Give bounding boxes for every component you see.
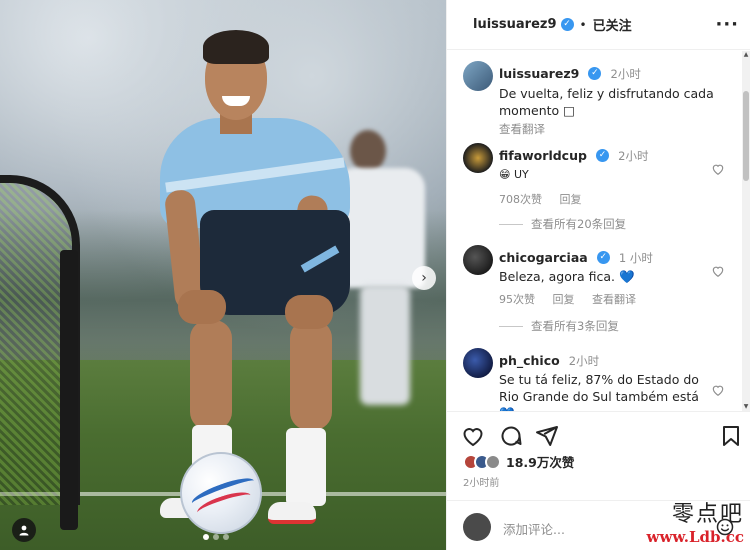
next-image-button[interactable]: › — [412, 266, 436, 290]
more-options-icon[interactable]: ··· — [715, 14, 739, 35]
watermark: 零点吧 www.Ldb.cc — [647, 496, 744, 546]
view-replies-button[interactable]: 查看所有3条回复 — [499, 318, 619, 334]
blue-heart-icon: 💙 — [618, 269, 635, 284]
verified-badge-icon: ✓ — [596, 149, 610, 162]
post-time: 2小时前 — [463, 478, 500, 489]
comment-text: Beleza, agora fica. — [499, 269, 615, 284]
tagged-users-button[interactable] — [12, 518, 36, 542]
net-post — [60, 250, 78, 530]
comment-username[interactable]: ph_chico — [499, 353, 560, 368]
comment-avatar[interactable] — [463, 348, 493, 378]
reply-button[interactable]: 回复 — [553, 293, 575, 306]
user-icon — [19, 525, 29, 536]
scrollbar-thumb[interactable] — [743, 91, 749, 181]
player-sock-right — [286, 428, 326, 506]
caption-username[interactable]: luissuarez9 — [499, 66, 579, 81]
grin-emoji-icon: 😁 — [499, 168, 511, 181]
like-comment-heart-icon[interactable] — [711, 383, 725, 397]
comment-username[interactable]: fifaworldcup — [499, 148, 587, 163]
share-send-icon[interactable] — [535, 424, 559, 448]
player-leg-left — [190, 320, 232, 430]
chevron-right-icon: › — [421, 270, 427, 286]
comment-likes[interactable]: 95次赞 — [499, 293, 535, 306]
verified-badge-icon: ✓ — [588, 67, 602, 80]
separator-dot: • — [579, 17, 587, 32]
liker-avatar — [485, 453, 501, 470]
comment-avatar[interactable] — [463, 143, 493, 173]
view-replies-button[interactable]: 查看所有20条回复 — [499, 216, 626, 232]
like-comment-heart-icon[interactable] — [711, 162, 725, 176]
caption: luissuarez9 ✓ 2小时 De vuelta, feliz y dis… — [499, 63, 725, 137]
caption-text: De vuelta, feliz y disfrutando cada mome… — [499, 86, 714, 118]
player-shoe-right — [268, 502, 316, 524]
likes-summary[interactable]: 18.9万次赞 — [463, 452, 574, 471]
post-photo[interactable]: › — [0, 0, 446, 550]
translate-link[interactable]: 查看翻译 — [592, 293, 636, 306]
player-leg-right — [290, 320, 332, 430]
comment-username[interactable]: chicogarciaa — [499, 250, 588, 265]
reply-button[interactable]: 回复 — [560, 193, 582, 206]
watermark-text: 零点吧 — [671, 502, 744, 527]
player-hair — [203, 30, 269, 64]
verified-badge-icon: ✓ — [560, 18, 574, 31]
view-replies-text: 查看所有20条回复 — [531, 217, 627, 231]
watermark-url: www.Ldb.cc — [646, 528, 744, 546]
comment-bubble-icon[interactable] — [499, 424, 523, 448]
reply-line — [499, 223, 523, 225]
comment-text: Se tu tá feliz, 87% do Estado do Rio Gra… — [499, 372, 699, 404]
comment-text: UY — [513, 168, 529, 181]
author-username[interactable]: luissuarez9 — [473, 17, 557, 32]
view-replies-text: 查看所有3条回复 — [531, 319, 619, 333]
background-player-head — [350, 130, 386, 172]
comment-time: 1 小时 — [618, 251, 653, 265]
reply-line — [499, 325, 523, 327]
likes-count[interactable]: 18.9万次赞 — [506, 452, 574, 471]
like-comment-heart-icon[interactable] — [711, 264, 725, 278]
like-heart-icon[interactable] — [461, 424, 485, 448]
carousel-dot — [223, 534, 229, 540]
carousel-dot — [203, 534, 209, 540]
current-user-avatar — [463, 513, 491, 541]
comments-scrollbar[interactable]: ▲ ▼ — [742, 51, 750, 411]
comment-avatar[interactable] — [463, 245, 493, 275]
comment-input[interactable]: 添加评论... — [503, 519, 565, 538]
scroll-up-icon[interactable]: ▲ — [742, 51, 750, 59]
comment-item: ph_chico 2小时 Se tu tá feliz, 87% do Esta… — [499, 350, 705, 411]
caption-translate-link[interactable]: 查看翻译 — [499, 121, 725, 137]
post-side-panel: luissuarez9 ✓ • 已关注 ··· luissuarez9 ✓ 2小… — [446, 0, 750, 550]
scroll-down-icon[interactable]: ▼ — [742, 403, 750, 411]
carousel-dots — [203, 534, 229, 540]
comment-item: fifaworldcup ✓ 2小时 😁 UY 708次赞 回复 — [499, 145, 699, 207]
verified-badge-icon: ✓ — [596, 251, 610, 264]
background-player-legs — [360, 285, 410, 405]
bookmark-icon[interactable] — [719, 424, 743, 448]
following-button[interactable]: 已关注 — [593, 15, 632, 34]
comment-likes[interactable]: 708次赞 — [499, 193, 542, 206]
author-avatar[interactable] — [463, 61, 493, 91]
player-hand-left — [178, 290, 226, 324]
player-hand-right — [285, 295, 333, 329]
comment-time: 2小时 — [618, 149, 649, 163]
football — [180, 452, 262, 534]
comment-item: chicogarciaa ✓ 1 小时 Beleza, agora fica. … — [499, 247, 709, 307]
carousel-dot — [213, 534, 219, 540]
comment-time: 2小时 — [568, 354, 600, 368]
post-header: luissuarez9 ✓ • 已关注 ··· — [447, 0, 750, 50]
comments-list[interactable]: luissuarez9 ✓ 2小时 De vuelta, feliz y dis… — [447, 51, 743, 411]
caption-time: 2小时 — [610, 67, 641, 81]
